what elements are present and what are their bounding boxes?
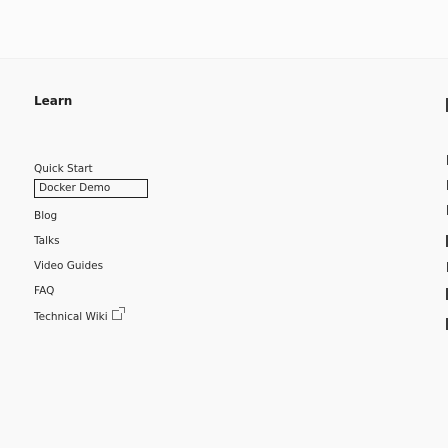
nav-link-blog[interactable]: Blog [34, 210, 57, 222]
learn-nav [0, 59, 448, 448]
nav-link-quick-start[interactable]: Quick Start [34, 163, 93, 175]
nav-link-technical-wiki-label: Technical Wiki [34, 311, 108, 323]
nav-link-technical-wiki[interactable]: Technical Wiki [34, 307, 125, 323]
nav-link-video-guides[interactable]: Video Guides [34, 260, 103, 272]
top-band [0, 0, 448, 58]
nav-link-docker-demo[interactable]: Docker Demo [34, 179, 148, 198]
nav-link-faq[interactable]: FAQ [34, 285, 54, 297]
page: Learn Quick Start Docker Demo Blog Talks… [0, 0, 448, 448]
nav-link-talks[interactable]: Talks [34, 235, 60, 247]
external-link-icon [111, 307, 125, 320]
section-title: Learn [34, 94, 73, 108]
